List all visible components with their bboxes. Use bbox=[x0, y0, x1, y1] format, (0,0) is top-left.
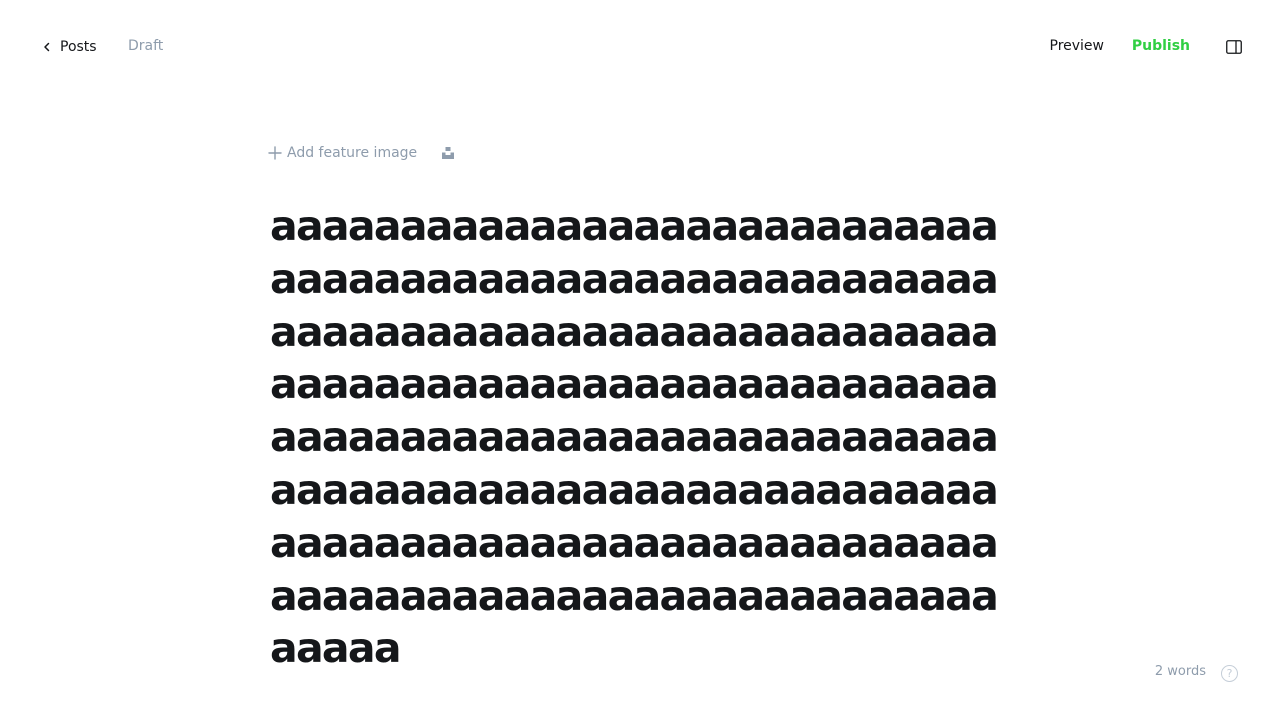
question-mark-icon: ? bbox=[1226, 667, 1233, 680]
sidebar-toggle-icon[interactable] bbox=[1226, 40, 1242, 54]
help-button[interactable]: ? bbox=[1221, 665, 1238, 682]
post-status: Draft bbox=[128, 38, 164, 54]
word-count: 2 words bbox=[1154, 664, 1206, 679]
unsplash-icon bbox=[442, 147, 455, 159]
editor-header: Posts Draft Preview Publish bbox=[0, 0, 1280, 94]
preview-button[interactable]: Preview bbox=[1050, 38, 1105, 54]
feature-image-row: Add feature image bbox=[268, 143, 456, 163]
chevron-left-icon bbox=[44, 42, 50, 52]
post-title[interactable]: aaaaaaaaaaaaaaaaaaaaaaaaaaaaaaaaaaaaaaaa… bbox=[270, 200, 1015, 675]
publish-button[interactable]: Publish bbox=[1132, 38, 1190, 54]
add-feature-image-label: Add feature image bbox=[287, 145, 418, 161]
unsplash-button[interactable] bbox=[440, 145, 456, 161]
add-feature-image-button[interactable]: Add feature image bbox=[268, 145, 417, 161]
plus-icon bbox=[268, 146, 282, 160]
back-to-posts-link[interactable]: Posts bbox=[42, 36, 97, 58]
back-link-label: Posts bbox=[60, 39, 97, 55]
